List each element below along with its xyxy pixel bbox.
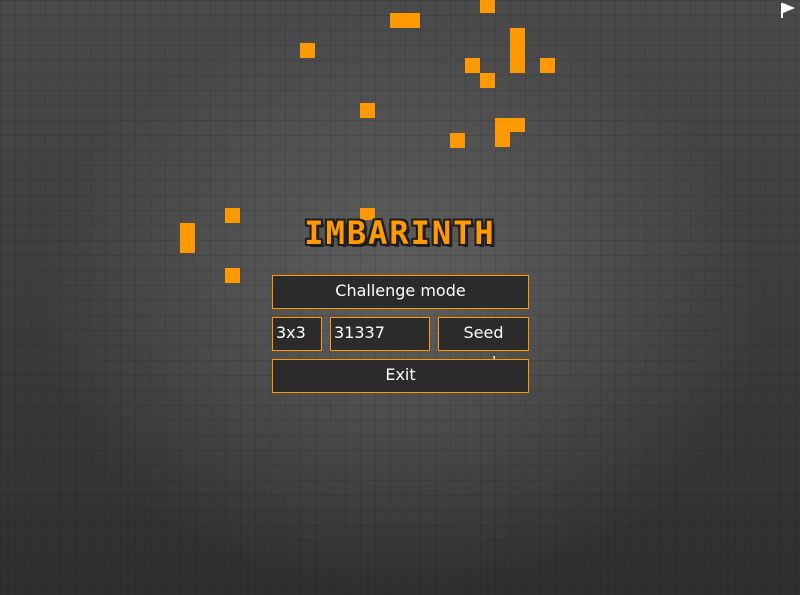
maze-size-field[interactable]: 3x3 xyxy=(272,317,322,351)
falling-tile xyxy=(360,103,375,118)
seed-mode-button[interactable]: Seed mode xyxy=(438,317,529,372)
falling-tile xyxy=(480,73,495,88)
seed-input[interactable]: 31337 xyxy=(330,317,430,351)
falling-tile xyxy=(510,28,525,73)
falling-tile xyxy=(180,223,195,253)
falling-tile xyxy=(300,43,315,58)
falling-tile xyxy=(495,132,510,147)
exit-button[interactable]: Exit xyxy=(272,359,529,393)
falling-tile xyxy=(450,133,465,148)
falling-tile xyxy=(465,58,480,73)
falling-tile xyxy=(495,118,525,132)
flag-icon[interactable] xyxy=(780,2,796,18)
game-title: IMBARINTH xyxy=(304,214,496,252)
falling-tile xyxy=(540,58,555,73)
falling-tile xyxy=(480,0,495,13)
falling-tile xyxy=(225,268,240,283)
falling-tile xyxy=(390,13,420,28)
game-screen: IMBARINTH Challenge mode 3x3 31337 Seed … xyxy=(0,0,800,595)
falling-tile xyxy=(225,208,240,223)
challenge-mode-button[interactable]: Challenge mode xyxy=(272,275,529,309)
